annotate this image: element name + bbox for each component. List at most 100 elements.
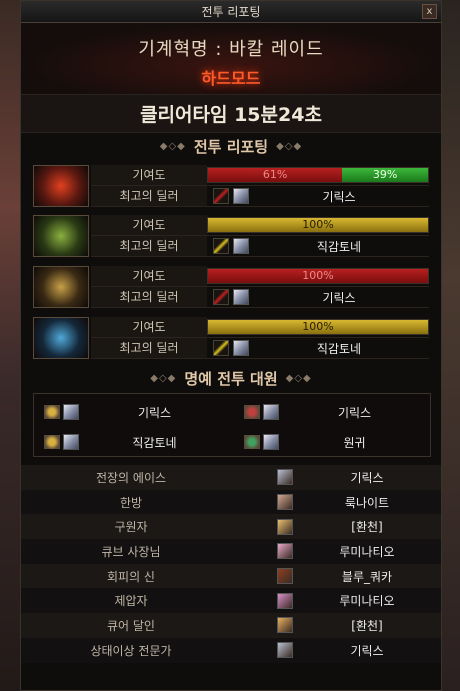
award-title: 상태이상 전문가 (90, 643, 172, 658)
contribution-bar: 100% (207, 217, 429, 233)
battle-report-title: 전투 리포팅 (193, 137, 269, 156)
blue-dragon-portrait[interactable] (33, 317, 89, 359)
top-dealer-info: 기릭스 (207, 287, 429, 307)
award-title: 회피의 신 (107, 569, 155, 584)
award-row: 제압자 루미나티오 (21, 588, 441, 614)
contribution-bar: 100% (207, 268, 429, 284)
party-block: 기여도 100% 최고의 딜러 직감토네 (31, 317, 431, 361)
contribution-segment: 100% (208, 320, 428, 334)
award-row: 큐브 사장님 루미나티오 (21, 539, 441, 564)
contribution-row: 기여도 61% 39% (91, 165, 429, 186)
award-player-name: [환천] (351, 618, 383, 633)
contribution-label: 기여도 (91, 215, 207, 235)
contribution-segment: 61% (208, 168, 343, 182)
party-rows: 기여도 61% 39% 최고의 딜러 기릭스 (91, 165, 429, 207)
character-icon (263, 434, 279, 450)
award-player-name: 기릭스 (350, 470, 384, 485)
award-player-name: 루미나티오 (339, 594, 395, 609)
contribution-segment: 100% (208, 269, 428, 283)
ornament-right-icon: ◆◇◆ (276, 140, 303, 152)
weapon-icon (213, 188, 229, 204)
award-row: 상태이상 전문가 기릭스 (21, 637, 441, 663)
top-dealer-info: 직감토네 (207, 236, 429, 256)
honor-member-name: 기릭스 (337, 405, 372, 420)
character-icon (263, 404, 279, 420)
contribution-label: 기여도 (91, 317, 207, 337)
award-row: 큐어 달인 [환천] (21, 613, 441, 638)
clear-time: 클리어타임 15분24초 (21, 95, 441, 133)
top-dealer-row: 최고의 딜러 기릭스 (91, 186, 429, 207)
ornament-left-icon: ◆◇◆ (150, 372, 177, 384)
top-dealer-name: 기릭스 (322, 189, 356, 204)
honor-member[interactable]: 원귀 (234, 428, 430, 456)
green-dragon-portrait[interactable] (33, 215, 89, 257)
top-dealer-label: 최고의 딜러 (91, 186, 207, 206)
awards-list: 전장의 에이스 기릭스 한방 룩나이트 구원자 [환천] 큐브 사장님 루미나티오 회피의 신블… (21, 465, 441, 663)
ornament-left-icon: ◆◇◆ (159, 140, 186, 152)
award-title: 전장의 에이스 (95, 470, 167, 485)
honor-title: 명예 전투 대원 (184, 369, 278, 388)
titlebar[interactable]: 전투 리포팅 x (21, 1, 441, 23)
character-icon (277, 543, 293, 560)
top-dealer-name: 직감토네 (316, 239, 362, 254)
party-rows: 기여도 100% 최고의 딜러 직감토네 (91, 317, 429, 359)
character-icon (63, 404, 79, 420)
weapon-icon (213, 238, 229, 254)
weapon-icon (213, 289, 229, 305)
honor-member[interactable]: 기릭스 (34, 398, 230, 426)
honor-member[interactable]: 기릭스 (234, 398, 430, 426)
battle-report-window: 전투 리포팅 x 기계혁명 : 바칼 레이드 하드모드 클리어타임 15분24초… (20, 0, 442, 691)
contribution-row: 기여도 100% (91, 317, 429, 338)
top-dealer-name: 기릭스 (322, 290, 356, 305)
character-icon (233, 289, 249, 305)
award-row: 전장의 에이스 기릭스 (21, 465, 441, 490)
party-block: 기여도 61% 39% 최고의 딜러 기릭스 (31, 165, 431, 209)
award-row: 구원자 [환천] (21, 514, 441, 540)
red-dragon-portrait[interactable] (33, 165, 89, 207)
award-title: 큐브 사장님 (101, 544, 161, 559)
character-icon (277, 617, 293, 634)
honor-member-name: 기릭스 (137, 405, 172, 420)
award-row: 한방 룩나이트 (21, 489, 441, 515)
award-player-name: 블루_쿼카 (341, 569, 393, 584)
award-player-name: 루미나티오 (339, 544, 395, 559)
medal-icon (244, 405, 260, 419)
character-icon (277, 592, 293, 609)
battle-report-heading: ◆◇◆ 전투 리포팅 ◆◇◆ (21, 133, 441, 159)
honor-members-panel: 기릭스 기릭스직감토네 원귀 (33, 393, 431, 457)
gold-dragon-portrait[interactable] (33, 266, 89, 308)
party-rows: 기여도 100% 최고의 딜러 기릭스 (91, 266, 429, 308)
top-dealer-info: 직감토네 (207, 338, 429, 358)
top-dealer-label: 최고의 딜러 (91, 236, 207, 256)
contribution-row: 기여도 100% (91, 266, 429, 287)
medal-icon (44, 435, 60, 449)
character-icon (233, 238, 249, 254)
honor-heading: ◆◇◆ 명예 전투 대원 ◆◇◆ (21, 365, 441, 391)
honor-member[interactable]: 직감토네 (34, 428, 230, 456)
contribution-row: 기여도 100% (91, 215, 429, 236)
party-block: 기여도 100% 최고의 딜러 기릭스 (31, 266, 431, 310)
character-icon (233, 188, 249, 204)
medal-icon (44, 405, 60, 419)
contribution-segment: 39% (342, 168, 428, 182)
raid-mode: 하드모드 (201, 69, 261, 88)
contribution-label: 기여도 (91, 165, 207, 185)
weapon-icon (213, 340, 229, 356)
character-icon (277, 469, 293, 486)
character-icon (277, 494, 293, 511)
top-dealer-name: 직감토네 (316, 341, 362, 356)
award-player-name: 기릭스 (350, 643, 384, 658)
ornament-right-icon: ◆◇◆ (285, 372, 312, 384)
contribution-bar: 100% (207, 319, 429, 335)
raid-name: 기계혁명 : 바칼 레이드 (138, 39, 324, 60)
contribution-label: 기여도 (91, 266, 207, 286)
award-title: 구원자 (114, 520, 148, 535)
close-button[interactable]: x (422, 4, 437, 19)
top-dealer-label: 최고의 딜러 (91, 338, 207, 358)
character-icon (277, 642, 293, 659)
party-rows: 기여도 100% 최고의 딜러 직감토네 (91, 215, 429, 257)
award-title: 한방 (119, 495, 143, 510)
character-icon (277, 518, 293, 535)
character-icon (277, 568, 293, 585)
award-title: 제압자 (114, 594, 148, 609)
